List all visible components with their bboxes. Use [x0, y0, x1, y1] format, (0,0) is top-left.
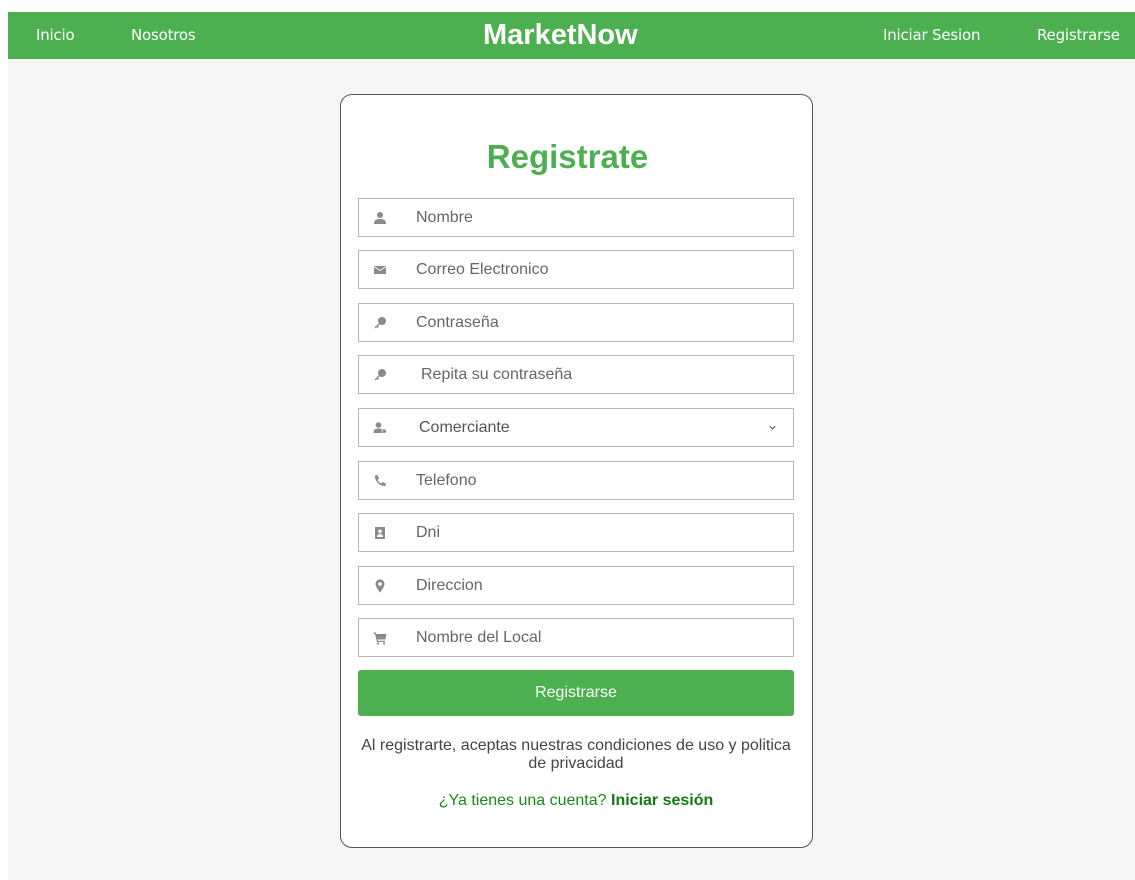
have-account-text: ¿Ya tienes una cuenta? — [438, 792, 607, 809]
store-name-field[interactable] — [358, 618, 794, 657]
repeat-password-input[interactable] — [421, 356, 781, 393]
envelope-icon — [369, 251, 391, 288]
terms-text: Al registrarte, aceptas nuestras condici… — [361, 737, 791, 772]
login-prompt: ¿Ya tienes una cuenta? Iniciar sesión — [358, 792, 794, 810]
dni-input[interactable] — [416, 514, 776, 551]
map-marker-icon — [369, 567, 391, 604]
password-input[interactable] — [416, 304, 776, 341]
login-link[interactable]: Iniciar sesión — [611, 792, 713, 809]
dni-field[interactable] — [358, 513, 794, 552]
nav-link-iniciar-sesion[interactable]: Iniciar Sesion — [883, 12, 980, 59]
user-tag-icon — [369, 409, 391, 446]
nav-link-registrarse[interactable]: Registrarse — [1037, 12, 1120, 59]
address-input[interactable] — [416, 567, 776, 604]
id-card-icon — [369, 514, 391, 551]
brand-logo[interactable]: MarketNow — [483, 12, 638, 59]
cart-icon — [369, 619, 391, 656]
register-button[interactable]: Registrarse — [358, 670, 794, 716]
user-icon — [369, 199, 391, 236]
nav-link-nosotros[interactable]: Nosotros — [131, 12, 196, 59]
top-navbar: Inicio Nosotros MarketNow Iniciar Sesion… — [8, 12, 1135, 59]
key-icon — [369, 356, 391, 393]
user-type-value[interactable]: Comerciante — [419, 409, 779, 446]
email-input[interactable] — [416, 251, 776, 288]
email-field[interactable] — [358, 250, 794, 289]
key-icon — [369, 304, 391, 341]
name-input[interactable] — [416, 199, 776, 236]
repeat-password-field[interactable] — [358, 355, 794, 394]
name-field[interactable] — [358, 198, 794, 237]
phone-icon — [369, 462, 391, 499]
phone-field[interactable] — [358, 461, 794, 500]
address-field[interactable] — [358, 566, 794, 605]
user-type-select[interactable]: Comerciante — [358, 408, 794, 447]
nav-link-inicio[interactable]: Inicio — [36, 12, 75, 59]
store-name-input[interactable] — [416, 619, 776, 656]
page-title: Registrate — [486, 138, 649, 175]
password-field[interactable] — [358, 303, 794, 342]
chevron-down-icon[interactable] — [768, 409, 777, 446]
phone-input[interactable] — [416, 462, 776, 499]
